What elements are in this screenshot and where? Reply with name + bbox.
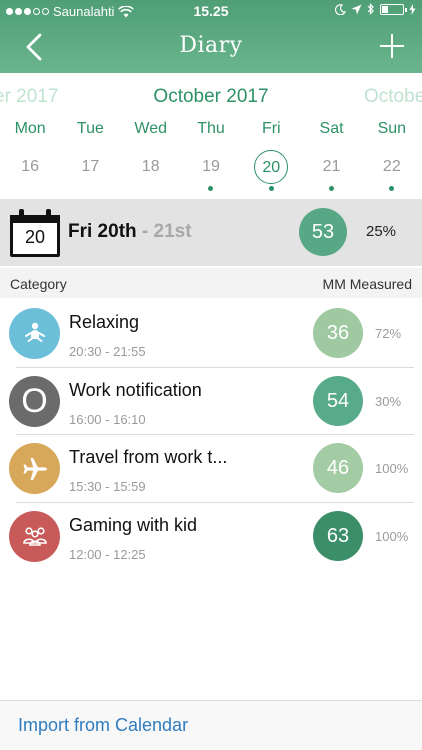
list-item[interactable]: Gaming with kid 12:00 - 12:25 63 100% — [0, 503, 422, 571]
category-column-label: Category — [10, 276, 67, 292]
summary-date-end: - 21st — [141, 221, 192, 242]
weekday-header: Mon Tue Wed Thu Fri Sat Sun — [0, 120, 422, 142]
day-number: 17 — [81, 158, 100, 175]
weekday-label: Fri — [261, 120, 281, 137]
entry-time: 15:30 - 15:59 — [69, 479, 146, 494]
entry-measured-percent: 100% — [375, 528, 409, 544]
list-item[interactable]: Travel from work t... 15:30 - 15:59 46 1… — [0, 435, 422, 503]
calendar-day[interactable]: 18 — [121, 150, 181, 194]
entry-measured-percent: 30% — [375, 393, 402, 409]
calendar-icon: 20 — [10, 209, 60, 257]
entry-score-badge: 54 — [313, 375, 363, 426]
calendar-day[interactable]: 22 — [362, 150, 422, 194]
add-entry-icon[interactable] — [380, 34, 404, 58]
charging-bolt-icon — [409, 3, 416, 15]
entry-name: Relaxing — [69, 312, 140, 332]
weekday-label: Sat — [319, 120, 344, 137]
entry-name: Work notification — [69, 379, 202, 400]
calendar-day-selected[interactable]: 20 — [241, 150, 301, 194]
measured-column-label: MM Measured — [322, 276, 412, 292]
entry-time: 16:00 - 16:10 — [69, 411, 146, 427]
airplane-icon — [9, 443, 60, 494]
letter-o-icon: O — [9, 375, 60, 427]
day-number: 20 — [254, 150, 289, 184]
week-days-row: 16 17 18 19 20 21 22 — [0, 150, 422, 194]
status-bar: Saunalahti 15.25 — [0, 0, 422, 22]
icon-letter: O — [21, 381, 48, 420]
entry-time: 20:30 - 21:55 — [69, 344, 146, 359]
diary-entry-list: Relaxing 20:30 - 21:55 36 72% O Work not… — [0, 300, 422, 570]
summary-score-badge: 53 — [299, 208, 347, 256]
list-item[interactable]: Relaxing 20:30 - 21:55 36 72% — [0, 300, 422, 368]
page-title: Diary — [179, 33, 243, 58]
entry-indicator-dot — [268, 186, 274, 191]
meditation-icon — [9, 308, 60, 359]
next-month-label[interactable]: Octobe — [364, 86, 422, 108]
list-column-header: Category MM Measured — [0, 268, 422, 298]
current-month-label: October 2017 — [153, 86, 269, 107]
calendar-day[interactable]: 17 — [60, 150, 120, 194]
entry-indicator-dot — [208, 186, 214, 191]
entry-name: Gaming with kid — [69, 514, 198, 535]
summary-measured-percent: 25% — [366, 223, 397, 240]
day-number: 22 — [382, 158, 401, 175]
weekday-label: Wed — [134, 120, 167, 137]
day-number: 19 — [202, 158, 220, 175]
day-number: 16 — [21, 158, 40, 175]
entry-measured-percent: 72% — [375, 326, 402, 341]
entry-time: 12:00 - 12:25 — [69, 546, 146, 562]
day-number: 18 — [141, 158, 160, 175]
location-arrow-icon — [351, 4, 362, 14]
entry-score-badge: 46 — [313, 443, 363, 493]
weekday-label: Sun — [377, 120, 407, 137]
entry-name: Travel from work t... — [69, 447, 228, 467]
group-icon — [9, 510, 60, 562]
moon-icon — [335, 3, 346, 15]
app-header: Saunalahti 15.25 Diary — [0, 0, 422, 73]
list-item[interactable]: O Work notification 16:00 - 16:10 54 30% — [0, 368, 422, 435]
summary-title: Fri 20th - 21st — [68, 221, 192, 243]
entry-indicator-dot — [389, 186, 395, 191]
entry-score-badge: 36 — [313, 308, 363, 358]
calendar-day[interactable]: 21 — [301, 150, 361, 194]
weekday-label: Mon — [14, 120, 46, 137]
navigation-bar: Diary — [0, 24, 422, 70]
entry-indicator-dot — [329, 186, 335, 191]
summary-date: Fri 20th — [68, 221, 137, 242]
day-number: 21 — [322, 158, 341, 175]
battery-icon — [380, 3, 407, 15]
bluetooth-icon — [367, 3, 374, 15]
entry-measured-percent: 100% — [375, 461, 409, 476]
calendar-day[interactable]: 19 — [181, 150, 241, 194]
weekday-label: Thu — [197, 120, 225, 137]
weekday-label: Tue — [76, 120, 104, 137]
bottom-toolbar: Import from Calendar — [0, 700, 422, 750]
day-summary: 20 Fri 20th - 21st 53 25% — [0, 199, 422, 266]
status-icons — [335, 3, 416, 15]
entry-score-badge: 63 — [313, 510, 363, 561]
calendar-day[interactable]: 16 — [0, 150, 60, 194]
calendar-icon-date: 20 — [24, 227, 46, 247]
import-from-calendar-button[interactable]: Import from Calendar — [18, 715, 188, 736]
month-scroller[interactable]: er 2017 October 2017 Octobe — [0, 84, 422, 110]
